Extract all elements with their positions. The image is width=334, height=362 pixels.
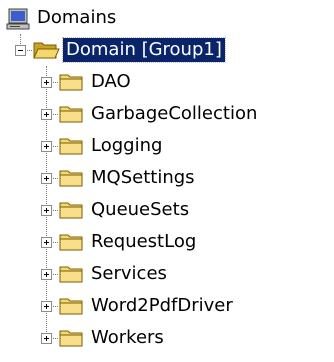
folder-icon [58, 198, 86, 222]
folder-icon [58, 166, 86, 190]
open-folder-icon [32, 38, 60, 62]
folder-icon [58, 326, 86, 350]
folder-icon [58, 70, 86, 94]
tree-node-domain-group1[interactable]: Domain [Group1] [0, 37, 334, 70]
collapse-toggle[interactable] [15, 45, 26, 56]
tree-node-services[interactable]: Services [0, 262, 334, 294]
tree-node-word2pdfdriver[interactable]: Word2PdfDriver [0, 294, 334, 326]
tree-node-label[interactable]: Services [88, 262, 170, 286]
tree-node-logging[interactable]: Logging [0, 134, 334, 166]
tree-node-label[interactable]: Workers [88, 326, 167, 350]
tree-node-label[interactable]: RequestLog [88, 230, 199, 254]
tree-node-garbagecollection[interactable]: GarbageCollection [0, 102, 334, 134]
tree-node-requestlog[interactable]: RequestLog [0, 230, 334, 262]
folder-icon [58, 294, 86, 318]
expand-toggle[interactable] [41, 269, 52, 280]
tree-node-label[interactable]: MQSettings [88, 166, 198, 190]
expand-toggle[interactable] [41, 109, 52, 120]
expand-toggle[interactable] [41, 333, 52, 344]
expand-toggle[interactable] [41, 141, 52, 152]
tree-node-label[interactable]: Domains [34, 6, 119, 30]
expand-toggle[interactable] [41, 301, 52, 312]
expand-toggle[interactable] [41, 77, 52, 88]
folder-icon [58, 102, 86, 126]
expand-toggle[interactable] [41, 237, 52, 248]
tree-node-domains[interactable]: Domains [0, 6, 334, 38]
folder-icon [58, 262, 86, 286]
tree-node-label[interactable]: DAO [88, 70, 134, 94]
folder-icon [58, 230, 86, 254]
domain-tree-view[interactable]: Domains Domain [Group1] DAO GarbageColle… [0, 0, 334, 362]
expand-toggle[interactable] [41, 205, 52, 216]
expand-toggle[interactable] [41, 173, 52, 184]
tree-node-workers[interactable]: Workers [0, 326, 334, 358]
tree-node-label-selected[interactable]: Domain [Group1] [62, 37, 226, 63]
computer-icon [4, 8, 32, 32]
folder-icon [58, 134, 86, 158]
tree-node-label[interactable]: GarbageCollection [88, 102, 260, 126]
tree-node-label[interactable]: Logging [88, 134, 165, 158]
tree-node-mqsettings[interactable]: MQSettings [0, 166, 334, 198]
tree-node-label[interactable]: Word2PdfDriver [88, 294, 236, 318]
tree-node-label[interactable]: QueueSets [88, 198, 192, 222]
tree-node-dao[interactable]: DAO [0, 70, 334, 102]
tree-node-queuesets[interactable]: QueueSets [0, 198, 334, 230]
